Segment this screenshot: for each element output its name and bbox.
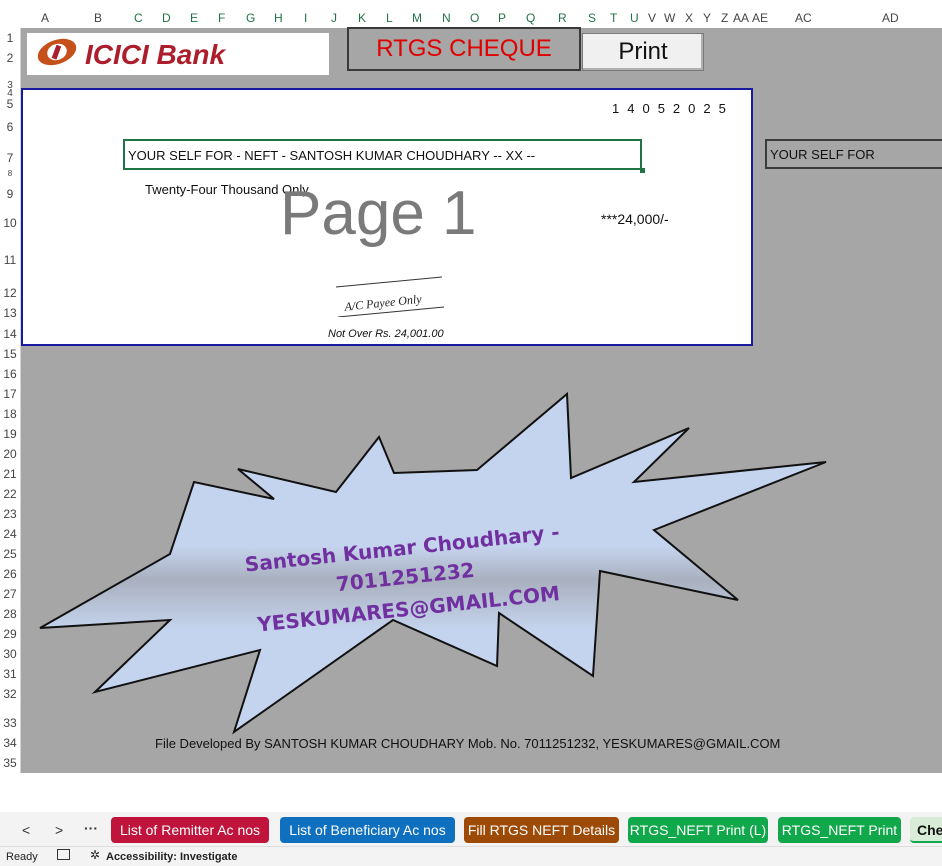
amount-in-figures: ***24,000/- (601, 211, 669, 227)
col-header-V[interactable]: V (648, 11, 656, 25)
more-tabs-icon[interactable]: ··· (84, 820, 98, 836)
icici-bank-logo: ICICI Bank (27, 33, 329, 75)
col-header-AC[interactable]: AC (795, 11, 812, 25)
col-header-W[interactable]: W (664, 11, 675, 25)
col-header-P[interactable]: P (498, 11, 506, 25)
col-header-A[interactable]: A (41, 11, 49, 25)
row-header[interactable]: 25 (0, 547, 20, 561)
col-header-K[interactable]: K (358, 11, 366, 25)
row-header[interactable]: 16 (0, 367, 20, 381)
row-header[interactable]: 6 (0, 120, 20, 134)
row-header[interactable]: 9 (0, 187, 20, 201)
cheque-date: 14052025 (612, 101, 734, 116)
accessibility-icon[interactable]: ✲ (90, 848, 100, 862)
row-header[interactable]: 18 (0, 407, 20, 421)
col-header-Z[interactable]: Z (721, 11, 728, 25)
fill-handle[interactable] (640, 168, 645, 173)
status-ready: Ready (6, 851, 38, 863)
rtgs-cheque-title[interactable]: RTGS CHEQUE (347, 27, 581, 71)
col-header-AE[interactable]: AE (752, 11, 768, 25)
col-header-U[interactable]: U (630, 11, 639, 25)
col-header-Q[interactable]: Q (526, 11, 535, 25)
row-header[interactable]: 19 (0, 427, 20, 441)
col-header-S[interactable]: S (588, 11, 596, 25)
row-header[interactable]: 22 (0, 487, 20, 501)
col-header-F[interactable]: F (218, 11, 225, 25)
row-header[interactable]: 32 (0, 687, 20, 701)
col-header-C[interactable]: C (134, 11, 143, 25)
column-header-bar: A B C D E F G H I J K L M N O P Q R S T … (0, 8, 942, 29)
row-header[interactable]: 12 (0, 286, 20, 300)
not-over-limit: Not Over Rs. 24,001.00 (328, 328, 444, 340)
icici-logo-graphic: ICICI Bank (37, 38, 226, 70)
row-header[interactable]: 23 (0, 507, 20, 521)
col-header-T[interactable]: T (610, 11, 617, 25)
row-header[interactable]: 33 (0, 716, 20, 730)
row-header[interactable]: 34 (0, 736, 20, 750)
row-header[interactable]: 26 (0, 567, 20, 581)
row-header[interactable]: 21 (0, 467, 20, 481)
col-header-I[interactable]: I (304, 11, 307, 25)
col-header-H[interactable]: H (274, 11, 283, 25)
tab-rtgs-neft-print[interactable]: RTGS_NEFT Print (778, 817, 901, 843)
col-header-X[interactable]: X (685, 11, 693, 25)
accessibility-status[interactable]: Accessibility: Investigate (106, 851, 237, 863)
status-bar: Ready ✲ Accessibility: Investigate (0, 846, 942, 866)
col-header-B[interactable]: B (94, 11, 102, 25)
row-header[interactable]: 20 (0, 447, 20, 461)
side-reference-cell[interactable]: YOUR SELF FOR (765, 139, 942, 169)
row-header[interactable]: 31 (0, 667, 20, 681)
row-header[interactable]: 29 (0, 627, 20, 641)
row-header[interactable]: 28 (0, 607, 20, 621)
tab-cheque-active[interactable]: Che (910, 817, 942, 843)
row-header[interactable]: 2 (0, 51, 20, 65)
page-watermark: Page 1 (280, 179, 477, 248)
row-header[interactable]: 30 (0, 647, 20, 661)
row-header[interactable]: 10 (0, 216, 20, 230)
col-header-O[interactable]: O (470, 11, 479, 25)
row-header-bar: 1 2 3 4 5 6 7 8 9 10 11 12 13 14 15 16 1… (0, 28, 21, 773)
developer-credit: File Developed By SANTOSH KUMAR CHOUDHAR… (155, 736, 781, 751)
row-header[interactable]: 5 (0, 97, 20, 111)
row-header[interactable]: 27 (0, 587, 20, 601)
row-header[interactable]: 17 (0, 387, 20, 401)
col-header-J[interactable]: J (331, 11, 337, 25)
col-header-AA[interactable]: AA (733, 11, 749, 25)
row-header[interactable]: 24 (0, 527, 20, 541)
tab-fill-rtgs-neft-details[interactable]: Fill RTGS NEFT Details (464, 817, 619, 843)
tab-list-of-beneficiary-ac-nos[interactable]: List of Beneficiary Ac nos (280, 817, 455, 843)
row-header[interactable]: 7 (0, 151, 20, 165)
col-header-N[interactable]: N (442, 11, 451, 25)
tab-rtgs-neft-print-l[interactable]: RTGS_NEFT Print (L) (628, 817, 768, 843)
print-button[interactable]: Print (582, 33, 704, 71)
tab-next-icon[interactable]: > (55, 822, 63, 838)
row-header[interactable]: 15 (0, 347, 20, 361)
col-header-G[interactable]: G (246, 11, 255, 25)
tab-list-of-remitter-ac-nos[interactable]: List of Remitter Ac nos (111, 817, 269, 843)
row-header[interactable]: 11 (0, 253, 20, 267)
tab-prev-icon[interactable]: < (22, 822, 30, 838)
ac-payee-crossing: A/C Payee Only (335, 275, 445, 318)
row-header[interactable]: 1 (0, 31, 20, 45)
row-header[interactable]: 35 (0, 756, 20, 770)
row-header[interactable]: 8 (0, 169, 20, 178)
col-header-D[interactable]: D (162, 11, 171, 25)
logo-wordmark: ICICI Bank (85, 39, 226, 70)
payee-cell[interactable]: YOUR SELF FOR - NEFT - SANTOSH KUMAR CHO… (123, 139, 642, 170)
col-header-E[interactable]: E (190, 11, 198, 25)
row-header[interactable]: 13 (0, 306, 20, 320)
col-header-AD[interactable]: AD (882, 11, 899, 25)
col-header-M[interactable]: M (412, 11, 422, 25)
col-header-R[interactable]: R (558, 11, 567, 25)
row-header[interactable]: 14 (0, 327, 20, 341)
col-header-Y[interactable]: Y (703, 11, 711, 25)
col-header-L[interactable]: L (386, 11, 393, 25)
macro-record-icon[interactable] (57, 849, 70, 860)
